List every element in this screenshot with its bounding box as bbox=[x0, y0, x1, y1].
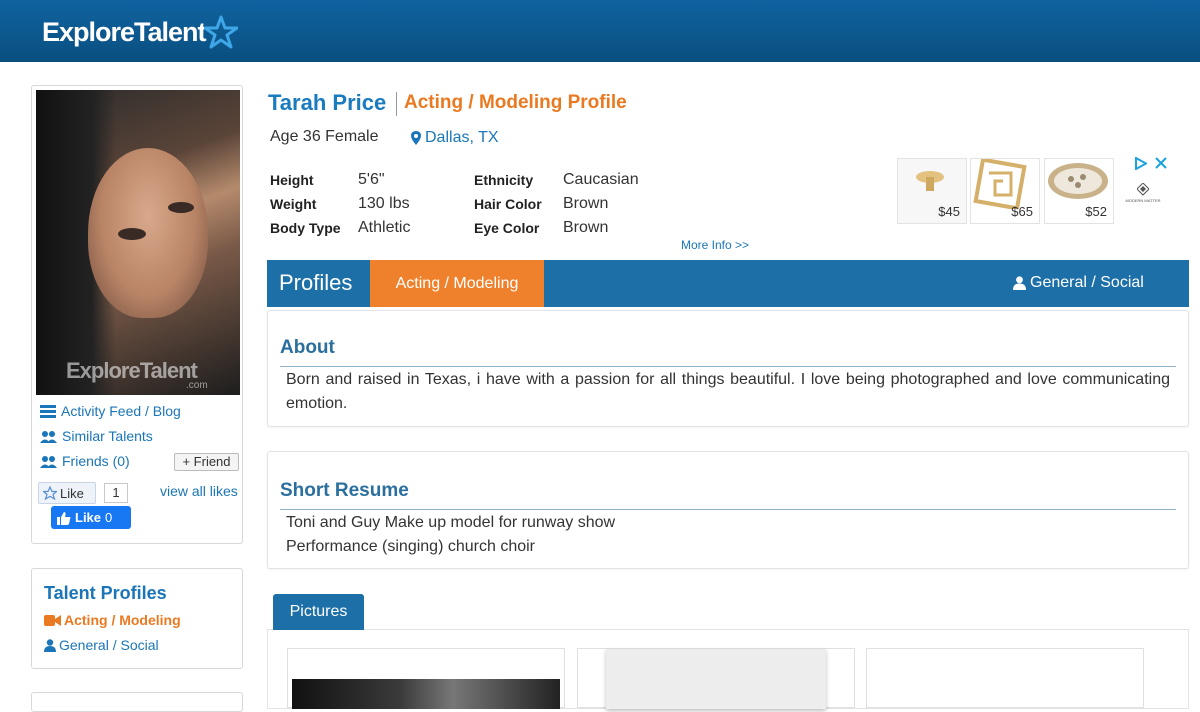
resume-divider bbox=[280, 509, 1176, 510]
about-title: About bbox=[280, 337, 335, 358]
picture-thumb[interactable] bbox=[866, 648, 1144, 708]
facebook-like-button[interactable]: Like 0 bbox=[51, 506, 131, 529]
users-icon bbox=[40, 455, 57, 468]
list-icon bbox=[40, 404, 56, 418]
talent-profile-general-link[interactable]: General / Social bbox=[44, 637, 159, 653]
brand-mark-icon bbox=[1136, 182, 1150, 196]
facebook-like-count: 0 bbox=[105, 510, 113, 525]
profile-type: Acting / Modeling Profile bbox=[404, 92, 627, 113]
ad-brand-logo[interactable]: MODERN MATTER bbox=[1125, 182, 1161, 211]
ad-product-pull[interactable]: $65 bbox=[970, 157, 1040, 224]
ad-price: $65 bbox=[1011, 204, 1033, 219]
ad-price: $45 bbox=[938, 204, 960, 219]
stat-value: Caucasian bbox=[563, 171, 639, 188]
like-count: 1 bbox=[104, 483, 128, 503]
talent-profile-general-label: General / Social bbox=[59, 637, 159, 653]
stat-label: Weight bbox=[270, 196, 317, 212]
ad-choices-icon[interactable] bbox=[1135, 157, 1147, 170]
logo-text: ExploreTalent bbox=[42, 16, 207, 47]
view-all-likes-link[interactable]: view all likes bbox=[160, 483, 238, 499]
logo-star-icon bbox=[203, 15, 238, 49]
activity-feed-label: Activity Feed / Blog bbox=[61, 403, 181, 419]
location-label: Dallas, TX bbox=[425, 129, 499, 146]
about-text: Born and raised in Texas, i have with a … bbox=[286, 371, 1170, 412]
stat-label: Body Type bbox=[270, 220, 341, 236]
resume-line: Toni and Guy Make up model for runway sh… bbox=[286, 514, 616, 531]
friends-label: Friends (0) bbox=[62, 453, 130, 469]
stat-value: 5'6" bbox=[358, 171, 385, 188]
tabbar-title: Profiles bbox=[279, 270, 353, 295]
resume-title: Short Resume bbox=[280, 480, 409, 501]
like-label: Like bbox=[60, 485, 84, 501]
about-divider bbox=[280, 366, 1176, 367]
site-logo[interactable]: ExploreTalent bbox=[42, 14, 238, 50]
tab-general-social[interactable]: General / Social bbox=[1013, 274, 1144, 292]
stat-value: Brown bbox=[563, 219, 609, 236]
stat-label: Hair Color bbox=[474, 196, 542, 212]
map-marker-icon bbox=[411, 131, 421, 145]
add-friend-button[interactable]: + Friend bbox=[174, 453, 239, 471]
talent-profile-acting-link[interactable]: Acting / Modeling bbox=[44, 612, 181, 628]
bowl-image bbox=[1048, 163, 1108, 199]
activity-feed-link[interactable]: Activity Feed / Blog bbox=[40, 403, 181, 419]
picture-image bbox=[606, 649, 826, 709]
tab-acting-modeling[interactable]: Acting / Modeling bbox=[370, 260, 544, 307]
stat-label: Ethnicity bbox=[474, 172, 534, 188]
thumbs-up-icon bbox=[57, 511, 71, 525]
user-icon bbox=[1013, 276, 1026, 290]
stat-value: 130 lbs bbox=[358, 195, 410, 212]
photo-eye bbox=[118, 228, 146, 240]
users-icon bbox=[40, 430, 57, 443]
talent-profiles-title: Talent Profiles bbox=[44, 583, 167, 603]
star-icon bbox=[43, 486, 57, 500]
picture-image bbox=[292, 679, 560, 709]
resume-section: Short Resume Toni and Guy Make up model … bbox=[267, 451, 1189, 569]
picture-thumb[interactable] bbox=[577, 648, 855, 709]
stat-label: Height bbox=[270, 172, 314, 188]
ad-controls bbox=[1135, 157, 1167, 170]
more-info-link[interactable]: More Info >> bbox=[681, 238, 749, 252]
site-header: ExploreTalent bbox=[0, 0, 1200, 62]
profile-photo[interactable]: ExploreTalent .com bbox=[36, 90, 240, 395]
profile-tabbar: Profiles Acting / Modeling General / Soc… bbox=[267, 260, 1189, 307]
ad-product-bowl[interactable]: $52 bbox=[1044, 158, 1114, 224]
photo-eye bbox=[168, 202, 194, 213]
similar-talents-link[interactable]: Similar Talents bbox=[40, 428, 153, 444]
picture-thumb[interactable] bbox=[287, 648, 565, 709]
stat-label: Eye Color bbox=[474, 220, 540, 236]
ad-brand-name: MODERN MATTER bbox=[1125, 198, 1161, 203]
about-section: About Born and raised in Texas, i have w… bbox=[267, 310, 1189, 427]
video-camera-icon bbox=[44, 614, 61, 626]
location-link[interactable]: Dallas, TX bbox=[411, 129, 499, 147]
stat-value: Athletic bbox=[358, 219, 411, 236]
profile-sidebar-card: ExploreTalent .com Activity Feed / Blog … bbox=[31, 85, 243, 544]
pictures-tab[interactable]: Pictures bbox=[273, 594, 364, 630]
name-divider bbox=[396, 92, 397, 116]
photo-watermark: ExploreTalent bbox=[66, 358, 198, 383]
friends-link[interactable]: Friends (0) bbox=[40, 453, 130, 469]
photo-face bbox=[88, 148, 208, 318]
ad-product-knob[interactable]: $45 bbox=[897, 158, 967, 224]
age-gender: Age 36 Female bbox=[270, 128, 379, 145]
talent-profiles-card: Talent Profiles Acting / Modeling Genera… bbox=[31, 568, 243, 669]
sidebar-card bbox=[31, 692, 243, 712]
tab-general-label: General / Social bbox=[1030, 274, 1144, 291]
pull-image bbox=[973, 157, 1027, 211]
ad-price: $52 bbox=[1085, 204, 1107, 219]
like-button[interactable]: Like bbox=[38, 482, 96, 504]
stat-value: Brown bbox=[563, 195, 609, 212]
talent-profile-acting-label: Acting / Modeling bbox=[64, 612, 181, 628]
profile-name: Tarah Price bbox=[268, 90, 387, 115]
close-icon[interactable] bbox=[1155, 157, 1167, 169]
facebook-like-label: Like bbox=[75, 510, 102, 525]
photo-watermark-sub: .com bbox=[186, 380, 208, 391]
user-icon bbox=[44, 638, 56, 652]
resume-line: Performance (singing) church choir bbox=[286, 538, 535, 555]
similar-talents-label: Similar Talents bbox=[62, 428, 153, 444]
knob-image bbox=[916, 171, 944, 191]
